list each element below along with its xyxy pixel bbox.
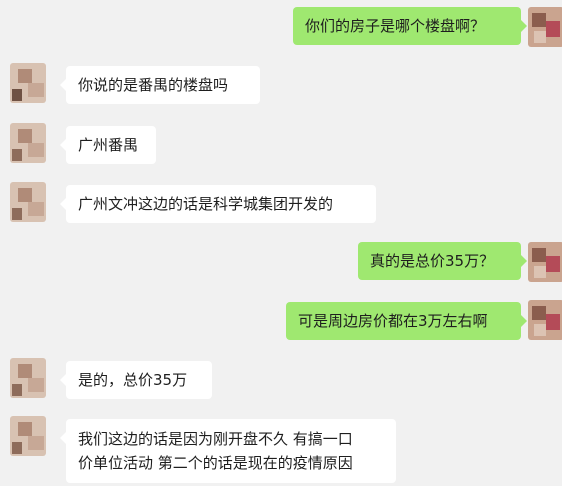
self-avatar-icon[interactable] [528,300,562,340]
message-text: 你说的是番禺的楼盘吗 [78,76,229,94]
self-avatar-icon[interactable] [528,242,562,282]
contact-avatar-icon[interactable] [10,416,46,456]
message-text-line: 我们这边的话是因为刚开盘不久 有搞一口 [78,430,353,448]
contact-avatar-icon[interactable] [10,123,46,163]
message-text: 可是周边房价都在3万左右啊 [298,312,488,330]
message-bubble-incoming[interactable]: 是的，总价35万 [60,361,212,399]
message-text-line: 价单位活动 第二个的话是现在的疫情原因 [78,454,353,472]
message-bubble-outgoing[interactable]: 你们的房子是哪个楼盘啊？ [293,7,527,45]
message-bubble-incoming[interactable]: 你说的是番禺的楼盘吗 [60,66,260,104]
message-text: 是的，总价35万 [78,371,188,389]
contact-avatar-icon[interactable] [10,63,46,103]
message-text: 广州文冲这边的话是科学城集团开发的 [78,195,334,213]
message-bubble-outgoing[interactable]: 可是周边房价都在3万左右啊 [286,302,527,340]
message-bubble-incoming[interactable]: 我们这边的话是因为刚开盘不久 有搞一口 价单位活动 第二个的话是现在的疫情原因 [60,419,396,483]
contact-avatar-icon[interactable] [10,182,46,222]
message-bubble-incoming[interactable]: 广州番禺 [60,126,156,164]
message-bubble-incoming[interactable]: 广州文冲这边的话是科学城集团开发的 [60,185,376,223]
contact-avatar-icon[interactable] [10,358,46,398]
message-bubble-outgoing[interactable]: 真的是总价35万？ [358,242,527,280]
chat-conversation: 你们的房子是哪个楼盘啊？ 你说的是番禺的楼盘吗 广州番禺 广州文冲这边的话是科学… [0,0,562,486]
message-text: 广州番禺 [78,136,139,154]
message-text: 你们的房子是哪个楼盘啊？ [305,17,486,35]
self-avatar-icon[interactable] [528,7,562,47]
message-text: 真的是总价35万？ [370,252,495,270]
